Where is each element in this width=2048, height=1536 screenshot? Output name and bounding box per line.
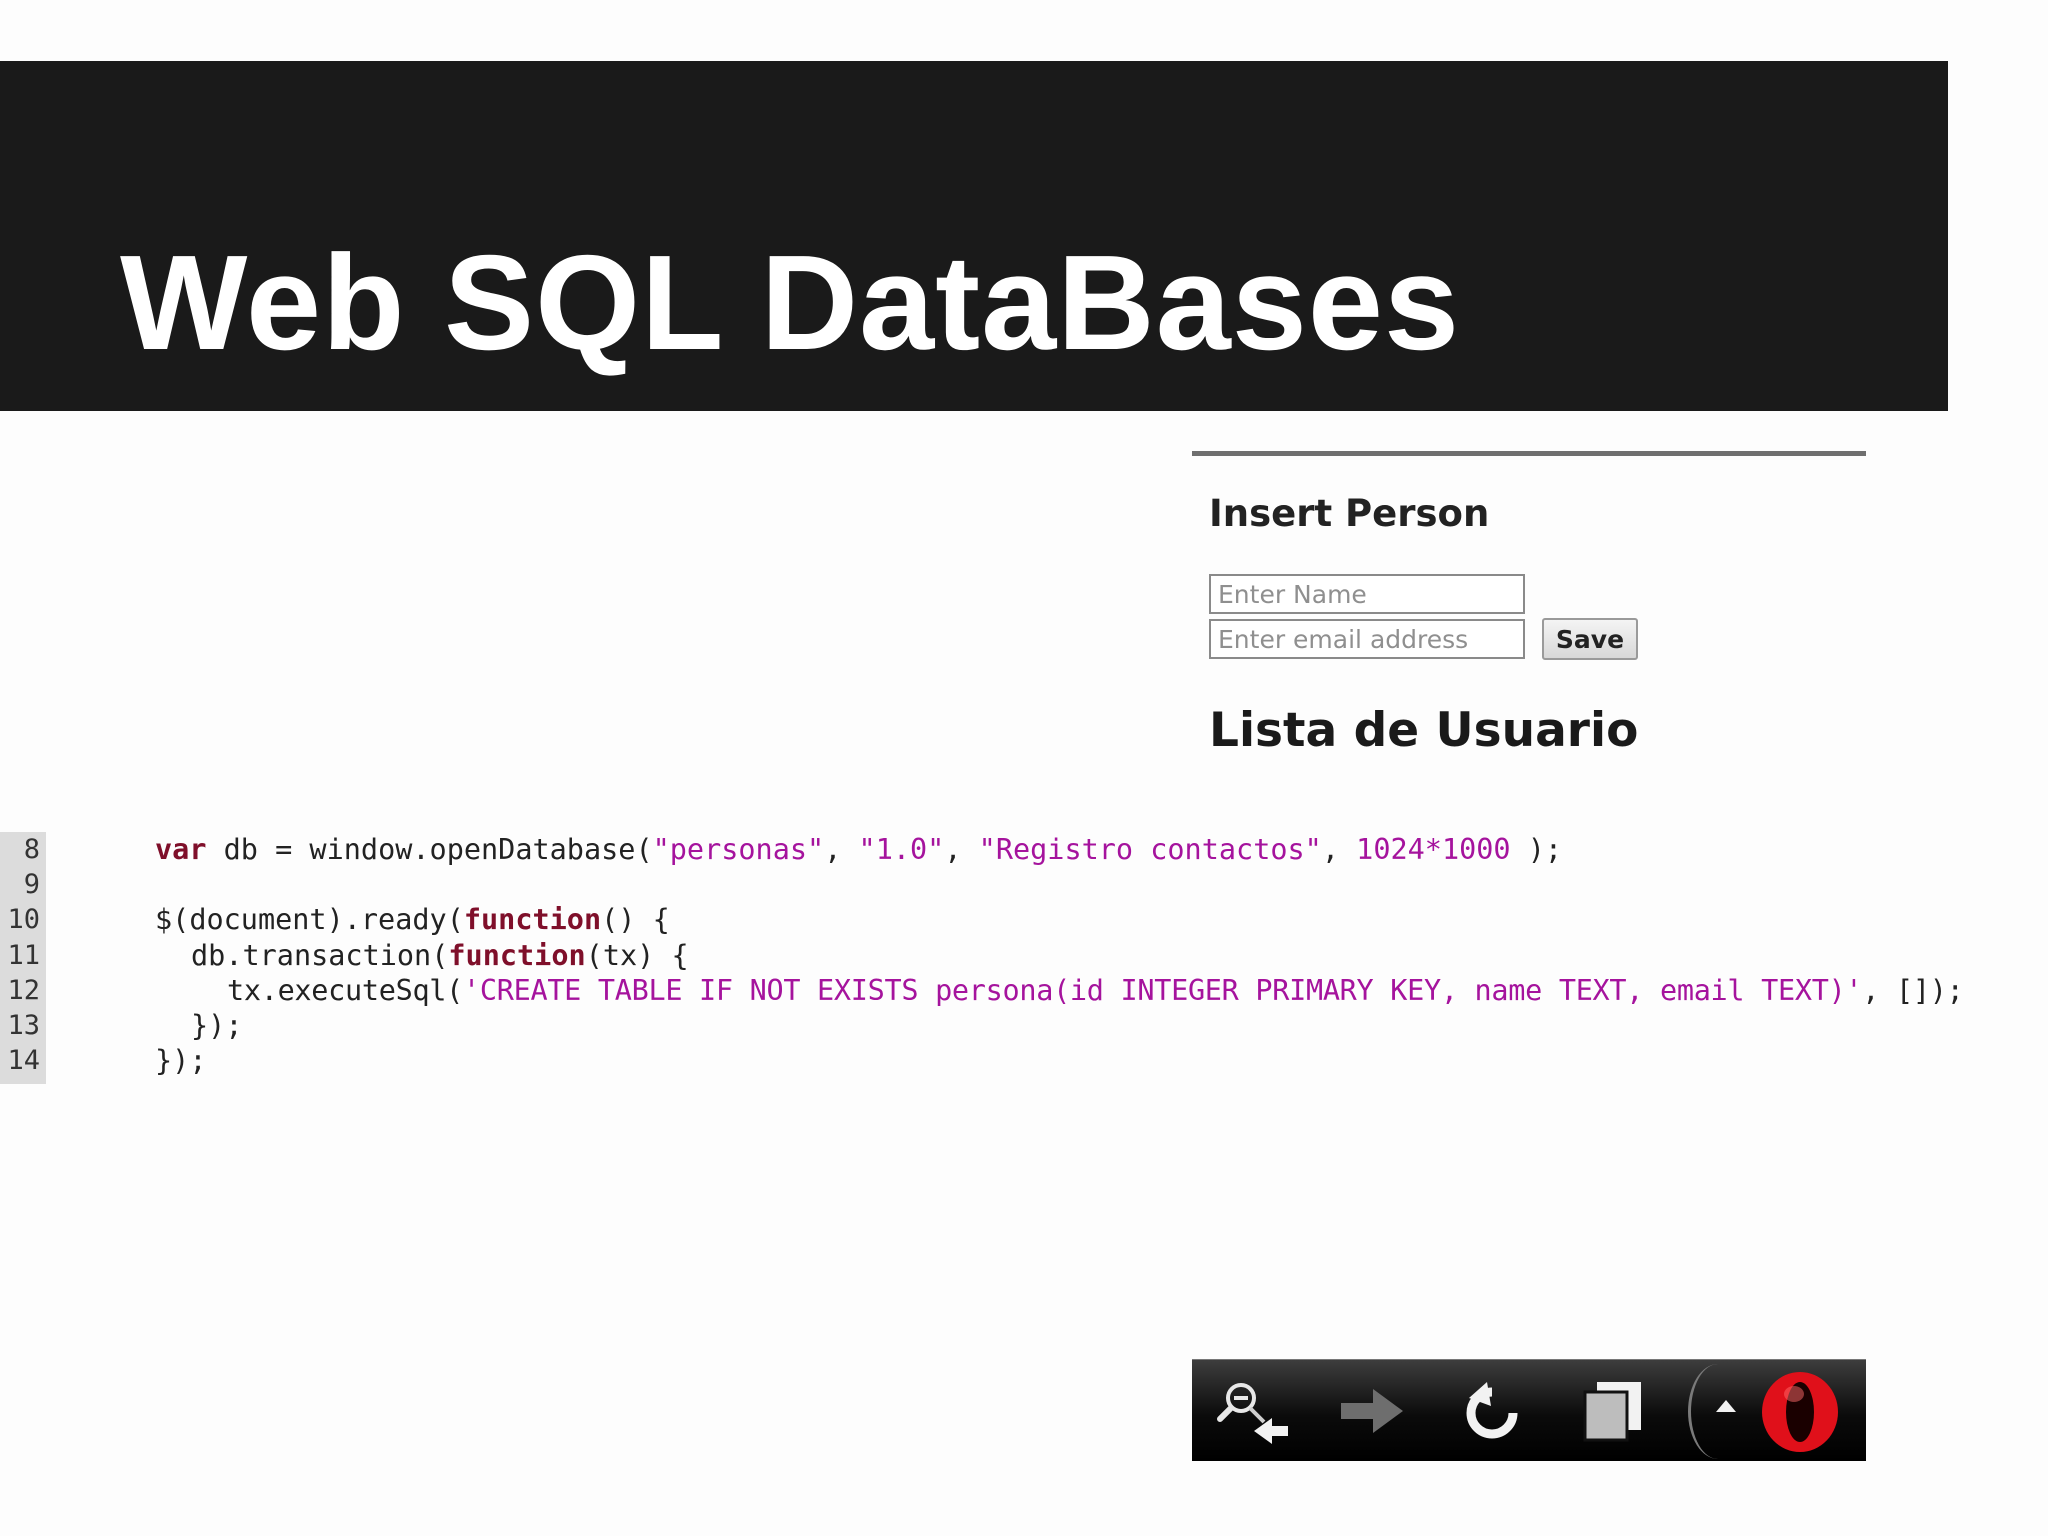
name-input[interactable]	[1209, 574, 1525, 614]
user-list-heading: Lista de Usuario	[1209, 703, 1639, 758]
zoom-back-button[interactable]	[1204, 1360, 1304, 1461]
forward-button[interactable]	[1322, 1360, 1422, 1461]
panel-top-rule	[1192, 451, 1866, 456]
code-text: $(document).ready(	[155, 903, 464, 936]
email-input[interactable]	[1209, 619, 1525, 659]
line-number: 12	[7, 975, 40, 1006]
save-button[interactable]: Save	[1542, 618, 1638, 660]
code-text: , []);	[1862, 974, 1964, 1007]
line-number: 14	[7, 1045, 40, 1076]
code-line-8: var db = window.openDatabase("personas",…	[155, 833, 1562, 867]
code-string: "personas"	[652, 833, 825, 866]
opera-menu-button[interactable]	[1688, 1364, 1866, 1459]
code-keyword: function	[463, 903, 602, 936]
code-text: ,	[944, 833, 979, 866]
tabs-button[interactable]	[1562, 1360, 1662, 1461]
tabs-icon	[1583, 1381, 1641, 1441]
zoom-back-icon	[1217, 1382, 1288, 1444]
code-text: );	[1510, 833, 1563, 866]
browser-form-panel: Insert Person Save Lista de Usuario	[1192, 451, 1866, 781]
code-string: 'CREATE TABLE IF NOT EXISTS persona(id I…	[463, 974, 1863, 1007]
code-text: db.transaction(	[191, 939, 449, 972]
code-keyword: var	[155, 833, 207, 866]
code-text: tx.executeSql(	[227, 974, 464, 1007]
code-number: 1024*1000	[1356, 833, 1511, 866]
reload-button[interactable]	[1442, 1360, 1542, 1461]
opera-logo-icon	[1762, 1372, 1838, 1452]
reload-icon	[1466, 1381, 1518, 1438]
code-editor: 8 9 10 11 12 13 14 var db = window.openD…	[0, 832, 2048, 1084]
code-string: "1.0"	[858, 833, 945, 866]
browser-toolbar	[1192, 1359, 1866, 1461]
line-number: 13	[7, 1010, 40, 1041]
insert-person-heading: Insert Person	[1209, 492, 1490, 535]
line-number: 10	[7, 904, 40, 935]
code-line-13: });	[191, 1009, 243, 1042]
code-text: ,	[824, 833, 859, 866]
code-keyword: function	[448, 939, 586, 972]
code-line-11: db.transaction(function(tx) {	[191, 939, 689, 973]
line-number-gutter: 8 9 10 11 12 13 14	[0, 832, 46, 1084]
code-text: db = window.openDatabase(	[206, 833, 653, 866]
code-text: ,	[1321, 833, 1357, 866]
code-text: () {	[601, 903, 670, 936]
code-line-14: });	[155, 1044, 207, 1077]
line-number: 9	[23, 869, 40, 900]
forward-arrow-icon	[1341, 1388, 1403, 1433]
code-line-10: $(document).ready(function() {	[155, 903, 670, 937]
line-number: 11	[7, 940, 40, 971]
code-string: "Registro contactos"	[978, 833, 1322, 866]
line-number: 8	[23, 834, 40, 865]
menu-up-icon	[1716, 1400, 1736, 1412]
slide-title: Web SQL DataBases	[120, 227, 1461, 378]
code-text: (tx) {	[585, 939, 689, 972]
code-line-12: tx.executeSql('CREATE TABLE IF NOT EXIST…	[227, 974, 1964, 1008]
